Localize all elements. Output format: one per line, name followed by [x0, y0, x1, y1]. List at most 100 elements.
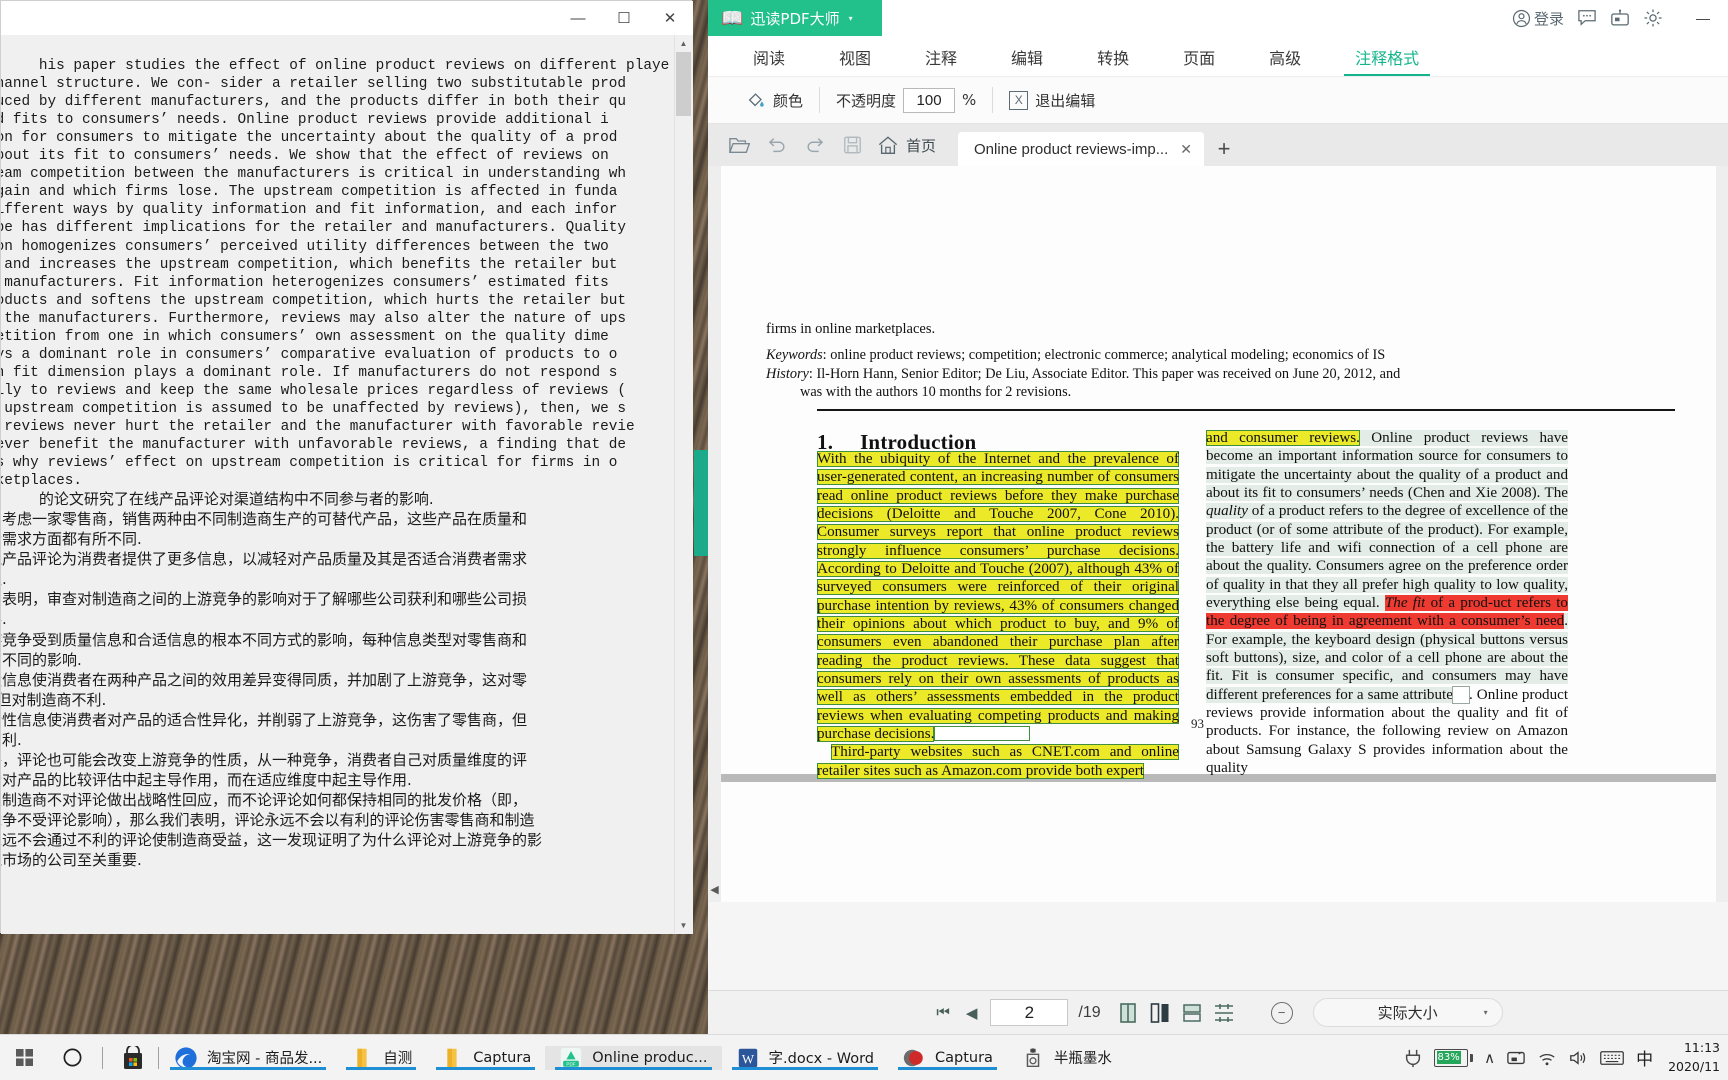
page93-right-column[interactable]: and consumer reviews. Online product rev…: [1206, 429, 1568, 777]
opacity-input[interactable]: 100: [903, 87, 956, 113]
search-circle-icon: [63, 1048, 81, 1067]
continuous-page-icon[interactable]: [1149, 1002, 1171, 1024]
viewport-right-gutter[interactable]: [1716, 166, 1728, 902]
pdf-page-94[interactable]: 94 Kwark, Chen, and Raghunathan: Online …: [721, 782, 1716, 902]
battery-tip: [1470, 1053, 1474, 1062]
search-button[interactable]: [48, 1047, 96, 1068]
volume-icon[interactable]: [1568, 1049, 1588, 1067]
history-text: : Il-Horn Hann, Senior Editor; De Liu, A…: [808, 365, 1401, 382]
document-viewport[interactable]: ◀ firms in online marketplaces. Keywords…: [708, 166, 1728, 902]
new-tab-button[interactable]: +: [1204, 132, 1244, 166]
app-minimize-button[interactable]: —: [1682, 10, 1724, 26]
highlight-yellow-block-3[interactable]: and consumer reviews.: [1206, 430, 1360, 446]
app-brand[interactable]: 📖 迅读PDF大师 ▾: [708, 0, 882, 36]
taskbar-item-inkbottle[interactable]: 半瓶墨水: [1007, 1046, 1126, 1070]
color-tool[interactable]: 颜色: [730, 90, 819, 111]
save-icon[interactable]: [842, 135, 863, 155]
login-label: 登录: [1533, 9, 1564, 28]
feedback-button[interactable]: [1577, 9, 1597, 27]
ime-indicator[interactable]: 中: [1636, 1045, 1653, 1070]
highlight-white-box-2[interactable]: [1451, 685, 1471, 704]
tab-view[interactable]: 视图: [812, 45, 898, 76]
highlight-yellow-block-1[interactable]: With the ubiquity of the Internet and th…: [817, 451, 1179, 742]
zoom-level-select[interactable]: 实际大小 ▾: [1312, 998, 1503, 1027]
minimize-button[interactable]: —: [555, 1, 601, 35]
teal-edge-decoration: [694, 450, 708, 556]
history-text-2: was with the authors 10 months for 2 rev…: [800, 384, 1072, 401]
taskbar-clock[interactable]: 11:13 2020/11: [1664, 1039, 1720, 1075]
battery-percent-label: 83%: [1436, 1051, 1461, 1064]
color-label: 颜色: [773, 91, 804, 110]
tab-annotation-format[interactable]: 注释格式: [1328, 45, 1446, 76]
split-view-icon[interactable]: [1213, 1002, 1235, 1024]
taskbar-item-label: 自测: [383, 1051, 413, 1067]
pdf-page-93[interactable]: firms in online marketplaces. Keywords: …: [721, 166, 1716, 779]
tab-advanced[interactable]: 高级: [1242, 45, 1328, 76]
ribbon-tab-strip: 阅读 视图 注释 编辑 转换 页面 高级 注释格式: [708, 36, 1728, 76]
scroll-up-arrow-icon[interactable]: ▲: [675, 35, 692, 52]
inkbottle-icon: [1026, 1047, 1040, 1067]
close-button[interactable]: ✕: [647, 1, 693, 35]
single-page-icon[interactable]: [1117, 1002, 1139, 1024]
plug-icon[interactable]: [1403, 1048, 1423, 1068]
scroll-down-arrow-icon[interactable]: ▼: [675, 917, 692, 934]
page-number-input[interactable]: 2: [990, 999, 1069, 1026]
settings-button[interactable]: [1643, 8, 1663, 28]
redo-icon[interactable]: [804, 135, 826, 155]
feedback-icon: [1578, 10, 1596, 26]
first-page-icon[interactable]: ⏮: [933, 1004, 953, 1021]
windows-taskbar[interactable]: 淘宝网 - 商品发... 自测 Captura PDF Online produ…: [0, 1034, 1728, 1080]
onedrive-icon[interactable]: [1506, 1049, 1526, 1067]
tab-annotate[interactable]: 注释: [898, 45, 984, 76]
document-tab-close-icon[interactable]: ✕: [1180, 141, 1192, 158]
tab-read[interactable]: 阅读: [726, 45, 812, 76]
collapse-sidebar-arrow-icon[interactable]: ◀: [708, 883, 721, 896]
battery-indicator[interactable]: 83%: [1434, 1048, 1474, 1067]
zoom-out-button[interactable]: −: [1270, 1001, 1293, 1024]
taskbar-item-pdf-reader[interactable]: PDF Online produc...: [545, 1045, 722, 1070]
undo-icon[interactable]: [766, 135, 788, 155]
home-button[interactable]: 首页: [877, 124, 958, 166]
keyboard-icon[interactable]: [1599, 1049, 1625, 1067]
login-button[interactable]: 登录: [1512, 8, 1564, 29]
microsoft-store-button[interactable]: [109, 1045, 157, 1070]
background-text-window[interactable]: — ☐ ✕ his paper studies the effect of on…: [0, 0, 693, 934]
taskbar-item-zice-folder[interactable]: 自测: [336, 1046, 426, 1070]
tab-page[interactable]: 页面: [1156, 45, 1242, 76]
scrollbar-thumb[interactable]: [676, 52, 691, 116]
keywords-text: : online product reviews; competition; e…: [822, 347, 1386, 363]
background-window-scrollbar[interactable]: ▲ ▼: [674, 35, 692, 934]
background-window-text: his paper studies the effect of online p…: [1, 39, 693, 889]
page93-left-column[interactable]: With the ubiquity of the Internet and th…: [817, 450, 1179, 780]
message-button[interactable]: [1610, 9, 1630, 28]
message-icon: [1611, 9, 1629, 25]
tab-convert[interactable]: 转换: [1070, 45, 1156, 76]
network-wifi-icon[interactable]: [1537, 1049, 1557, 1067]
taskbar-item-captura-folder[interactable]: Captura: [426, 1046, 545, 1070]
highlight-red-italic[interactable]: The fit: [1384, 594, 1426, 611]
open-folder-icon[interactable]: [728, 135, 750, 155]
pdf-reader-window[interactable]: 📖 迅读PDF大师 ▾ 登录 — 阅读 视图 注释 编辑 转换 页面 高级 注释…: [708, 0, 1728, 1034]
highlight-white-box-1[interactable]: [934, 725, 1031, 741]
document-tab[interactable]: Online product reviews-imp... ✕: [958, 132, 1204, 166]
highlight-yellow-block-2[interactable]: Third-party websites such as CNET.com an…: [817, 744, 1179, 779]
background-window-body[interactable]: his paper studies the effect of online p…: [1, 35, 693, 934]
prev-page-icon[interactable]: ◀: [963, 1004, 981, 1022]
tab-edit[interactable]: 编辑: [984, 45, 1070, 76]
window-controls: —: [1682, 10, 1724, 26]
chevron-down-icon[interactable]: ▾: [1484, 1008, 1488, 1017]
taskbar-divider-2: [158, 1046, 159, 1069]
exit-edit-icon: X: [1009, 90, 1029, 110]
taskbar-item-taobao[interactable]: 淘宝网 - 商品发...: [160, 1046, 336, 1070]
chevron-up-icon[interactable]: ∧: [1484, 1049, 1495, 1067]
taskbar-item-label: 淘宝网 - 商品发...: [207, 1051, 323, 1067]
maximize-button[interactable]: ☐: [601, 1, 647, 35]
opacity-tool[interactable]: 不透明度 100 %: [820, 87, 992, 113]
facing-page-icon[interactable]: [1181, 1002, 1203, 1024]
taskbar-item-captura-app[interactable]: Captura: [888, 1046, 1007, 1070]
exit-edit-button[interactable]: X 退出编辑: [993, 90, 1111, 111]
chevron-down-icon[interactable]: ▾: [849, 14, 853, 23]
taskbar-item-word[interactable]: W 字.docx - Word: [722, 1046, 888, 1070]
start-button[interactable]: [0, 1049, 48, 1066]
page93-rule: [817, 409, 1675, 411]
